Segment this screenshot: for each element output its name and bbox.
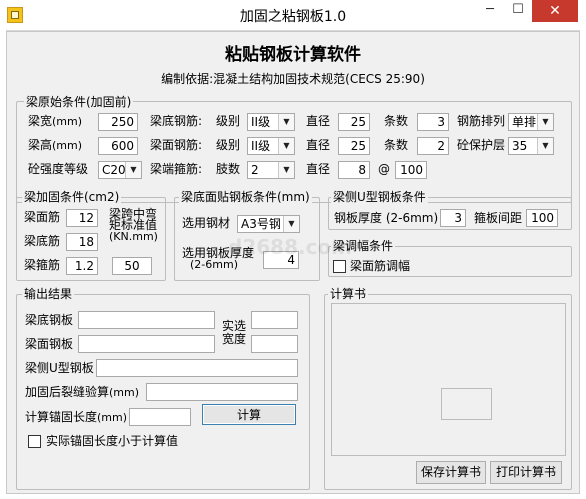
stirrup-diameter-input[interactable]: 8	[338, 161, 370, 179]
side-thickness-label: 钢板厚度 (2-6mm)	[334, 211, 439, 225]
title-bar: 加固之粘钢板1.0 ─ ☐ ✕	[0, 0, 586, 30]
hoop-spacing-label: 箍板间距	[474, 211, 523, 225]
arrangement-label: 钢筋排列	[457, 114, 506, 128]
moment-input[interactable]: 50	[112, 257, 152, 275]
beam-width-input[interactable]: 250	[98, 113, 138, 131]
top-bar-adjust-checkbox[interactable]	[333, 260, 346, 273]
watermark: d2688.com	[228, 235, 353, 259]
reinforce-top-label: 梁面筋	[24, 210, 61, 224]
output-group-title: 输出结果	[22, 287, 75, 301]
beam-height-label: 梁高(mm)	[28, 138, 83, 152]
moment-label: 梁跨中弯 矩标准值 (KN.mm)	[109, 207, 158, 243]
bottom-diameter-label: 直径	[306, 114, 331, 128]
maximize-button[interactable]: ☐	[504, 0, 532, 22]
report-area[interactable]	[331, 303, 566, 456]
basis-text: 编制依据:混凝土结构加固技术规范(CECS 25:90)	[161, 72, 425, 86]
top-count-input[interactable]: 2	[417, 137, 449, 155]
stirrup-at-label: @	[378, 162, 390, 176]
arrangement-select[interactable]: 单排 ▼	[508, 113, 554, 131]
save-report-button[interactable]: 保存计算书	[416, 461, 486, 484]
cover-select[interactable]: 35 ▼	[508, 137, 554, 155]
reinforce-bottom-label: 梁底筋	[24, 234, 61, 248]
stirrup-spacing-input[interactable]: 100	[395, 161, 427, 179]
actual-width-top-field[interactable]	[251, 335, 298, 353]
chevron-down-icon: ▼	[125, 162, 141, 178]
calculate-button[interactable]: 计算	[202, 404, 296, 425]
side-plate-group-title: 梁侧U型钢板条件	[331, 190, 428, 204]
bottom-grade-label: 级别	[216, 114, 241, 128]
beam-height-input[interactable]: 600	[98, 137, 138, 155]
reinforce-top-input[interactable]: 12	[66, 209, 98, 227]
bottom-count-input[interactable]: 3	[417, 113, 449, 131]
output-bottom-plate-field[interactable]	[78, 311, 215, 329]
reinforce-bottom-input[interactable]: 18	[66, 233, 98, 251]
actual-width-label: 实选 宽度	[222, 319, 247, 346]
bottom-count-label: 条数	[384, 114, 409, 128]
concrete-grade-label: 砼强度等级	[28, 162, 89, 176]
bottom-diameter-input[interactable]: 25	[338, 113, 370, 131]
anchor-length-label: 计算锚固长度(mm)	[25, 410, 128, 424]
bottom-plate-group-title: 梁底面贴钢板条件(mm)	[179, 190, 312, 204]
chevron-down-icon: ▼	[283, 216, 299, 232]
top-count-label: 条数	[384, 138, 409, 152]
report-group-title: 计算书	[328, 287, 369, 301]
material-select[interactable]: A3号钢 ▼	[237, 215, 300, 233]
stirrup-legs-select[interactable]: 2 ▼	[247, 161, 295, 179]
anchor-checkbox-label: 实际锚固长度小于计算值	[46, 434, 179, 448]
anchor-checkbox[interactable]	[28, 435, 41, 448]
chevron-down-icon: ▼	[537, 114, 553, 130]
reinforce-group-title: 梁加固条件(cm2)	[22, 190, 122, 204]
top-grade-select[interactable]: II级 ▼	[247, 137, 295, 155]
output-bottom-plate-label: 梁底钢板	[25, 313, 74, 327]
top-diameter-label: 直径	[306, 138, 331, 152]
beam-width-label: 梁宽(mm)	[28, 114, 83, 128]
hoop-spacing-input[interactable]: 100	[526, 209, 558, 227]
bottom-bar-label: 梁底钢筋:	[150, 114, 203, 128]
material-label: 选用钢材	[182, 216, 231, 230]
actual-width-bottom-field[interactable]	[251, 311, 298, 329]
reinforce-stirrup-label: 梁箍筋	[24, 258, 61, 272]
minimize-button[interactable]: ─	[476, 0, 504, 22]
chevron-down-icon: ▼	[278, 162, 294, 178]
stirrup-legs-label: 肢数	[216, 162, 241, 176]
output-side-plate-field[interactable]	[96, 359, 298, 377]
bottom-grade-select[interactable]: II级 ▼	[247, 113, 295, 131]
top-bar-adjust-label: 梁面筋调幅	[350, 259, 411, 273]
crack-check-label: 加固后裂缝验算(mm)	[25, 385, 140, 399]
report-inner-box	[441, 388, 492, 420]
chevron-down-icon: ▼	[278, 114, 294, 130]
output-top-plate-field[interactable]	[78, 335, 215, 353]
top-bar-label: 梁面钢筋:	[150, 138, 203, 152]
side-thickness-input[interactable]: 3	[440, 209, 466, 227]
reinforce-stirrup-input[interactable]: 1.2	[66, 257, 98, 275]
top-diameter-input[interactable]: 25	[338, 137, 370, 155]
output-top-plate-label: 梁面钢板	[25, 337, 74, 351]
client-area: 粘贴钢板计算软件 编制依据:混凝土结构加固技术规范(CECS 25:90) 梁原…	[6, 30, 580, 494]
chevron-down-icon: ▼	[278, 138, 294, 154]
app-heading: 粘贴钢板计算软件	[225, 45, 361, 65]
output-side-plate-label: 梁侧U型钢板	[25, 361, 94, 375]
print-report-button[interactable]: 打印计算书	[490, 461, 562, 484]
original-conditions-title: 梁原始条件(加固前)	[24, 95, 134, 109]
anchor-length-field[interactable]	[129, 408, 191, 426]
concrete-grade-select[interactable]: C20 ▼	[98, 161, 142, 179]
close-button[interactable]: ✕	[532, 0, 578, 22]
stirrup-label: 梁端箍筋:	[150, 162, 203, 176]
cover-label: 砼保护层	[457, 138, 506, 152]
chevron-down-icon: ▼	[537, 138, 553, 154]
stirrup-diameter-label: 直径	[306, 162, 331, 176]
crack-check-field[interactable]	[146, 383, 298, 401]
top-grade-label: 级别	[216, 138, 241, 152]
